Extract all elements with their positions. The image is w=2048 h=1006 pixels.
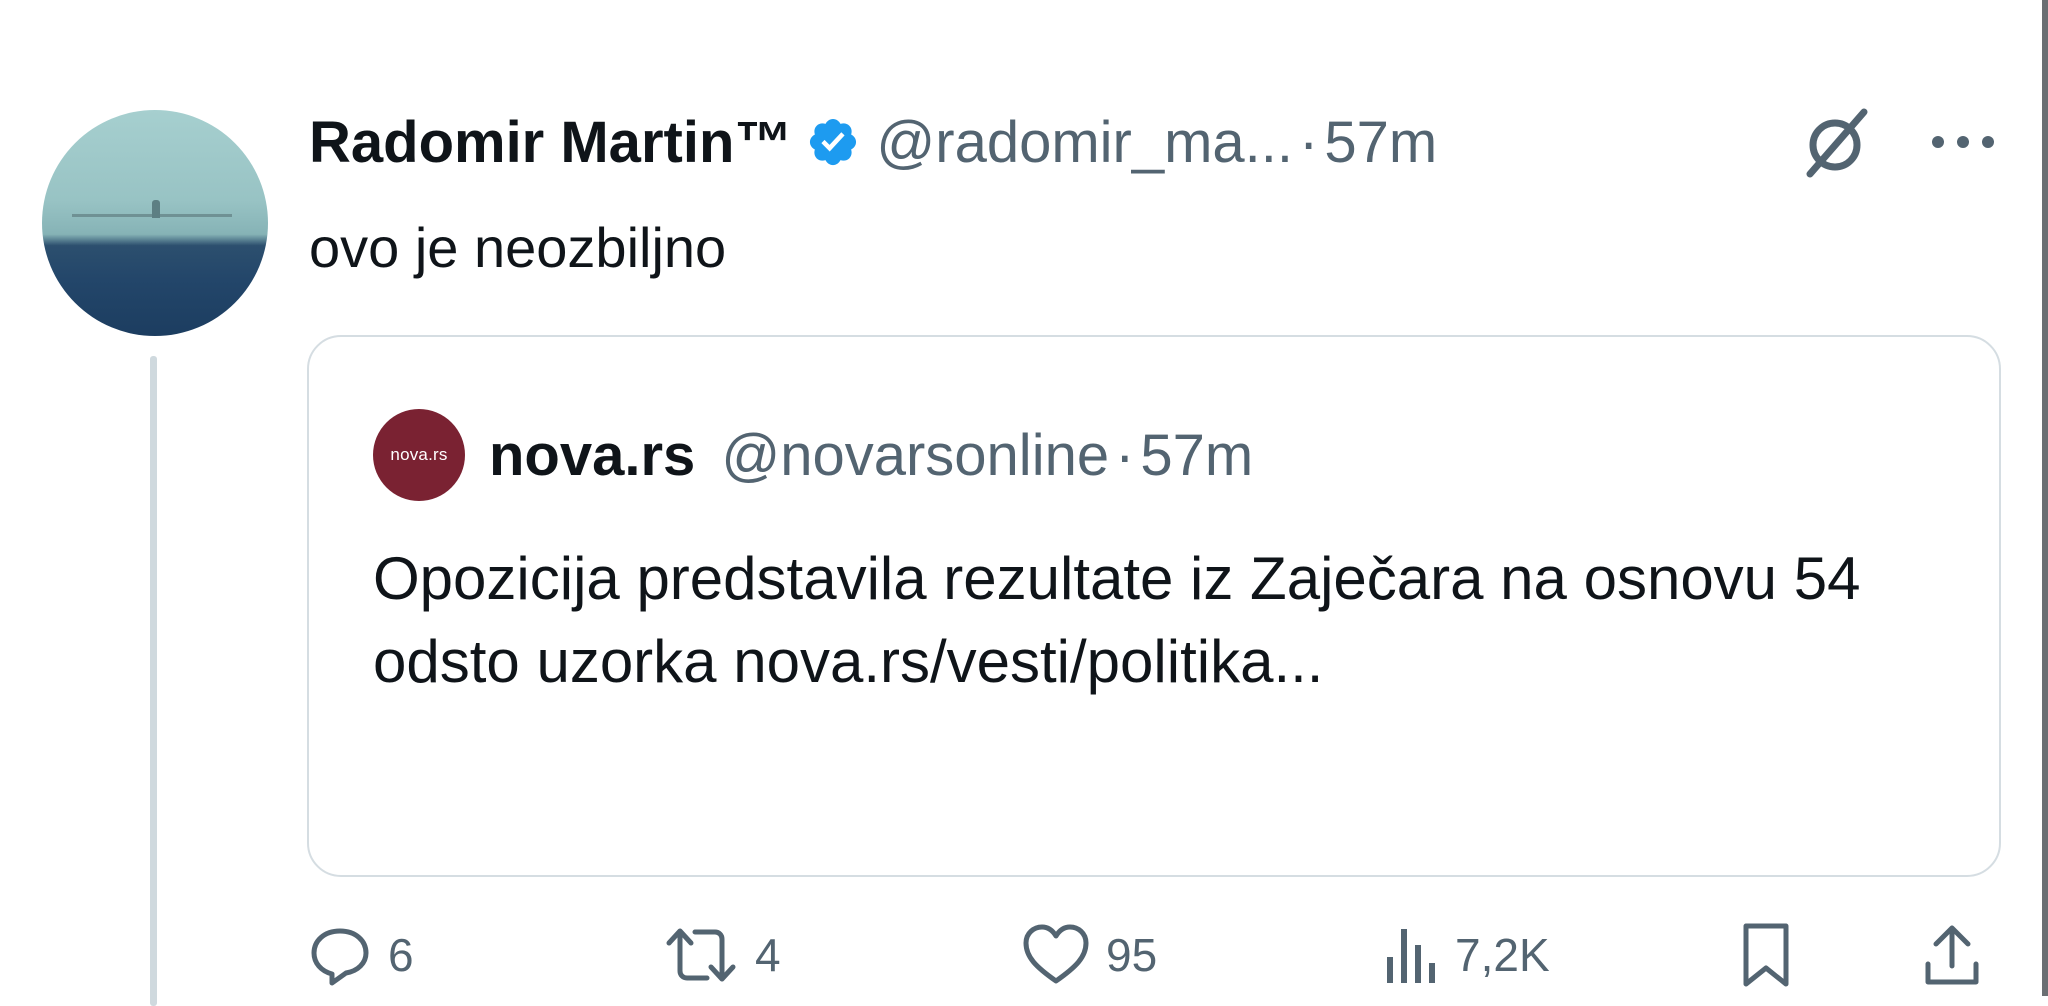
bookmark-icon bbox=[1743, 923, 1789, 987]
tweet-timestamp[interactable]: 57m bbox=[1324, 109, 1437, 176]
quote-header: nova.rs @novarsonline · 57m bbox=[489, 415, 1253, 495]
views-icon bbox=[1387, 929, 1435, 983]
heart-icon bbox=[1023, 924, 1089, 984]
share-button[interactable] bbox=[1922, 920, 1982, 990]
quote-handle[interactable]: @novarsonline bbox=[721, 422, 1109, 489]
views-button[interactable]: 7,2K bbox=[1383, 920, 1550, 990]
reply-button[interactable]: 6 bbox=[308, 920, 414, 990]
reply-count: 6 bbox=[388, 929, 414, 981]
tweet-text: ovo je neozbiljno bbox=[309, 216, 727, 279]
quote-timestamp[interactable]: 57m bbox=[1140, 422, 1253, 489]
views-count: 7,2K bbox=[1455, 929, 1550, 981]
share-icon bbox=[1925, 925, 1979, 985]
quote-display-name[interactable]: nova.rs bbox=[489, 422, 695, 489]
retweet-count: 4 bbox=[755, 929, 781, 981]
bookmark-button[interactable] bbox=[1740, 920, 1792, 990]
reply-icon bbox=[311, 928, 369, 986]
quote-separator: · bbox=[1115, 422, 1135, 488]
verified-badge-icon[interactable] bbox=[806, 115, 860, 169]
quote-avatar[interactable]: nova.rs bbox=[373, 409, 465, 501]
quoted-tweet-card[interactable]: nova.rs nova.rs @novarsonline · 57m Opoz… bbox=[307, 335, 2001, 877]
quote-text: Opozicija predstavila rezultate iz Zaječ… bbox=[373, 545, 1861, 695]
avatar-figure bbox=[152, 200, 160, 218]
retweet-icon bbox=[666, 928, 736, 982]
scrollbar-edge bbox=[2042, 0, 2048, 996]
author-handle[interactable]: @radomir_ma... bbox=[876, 109, 1293, 176]
tweet-actions-bar: 6 4 95 7,2K bbox=[300, 920, 2020, 990]
header-separator: · bbox=[1299, 109, 1319, 175]
author-display-name[interactable]: Radomir Martin™ bbox=[309, 109, 792, 176]
thread-line bbox=[150, 356, 157, 1006]
like-count: 95 bbox=[1106, 929, 1158, 981]
retweet-button[interactable]: 4 bbox=[663, 920, 781, 990]
like-button[interactable]: 95 bbox=[1022, 920, 1157, 990]
more-icon[interactable] bbox=[1930, 134, 1996, 150]
author-avatar[interactable] bbox=[42, 110, 268, 336]
tweet-header: Radomir Martin™ @radomir_ma... · 57m bbox=[309, 102, 1437, 182]
grok-icon[interactable] bbox=[1800, 106, 1870, 180]
